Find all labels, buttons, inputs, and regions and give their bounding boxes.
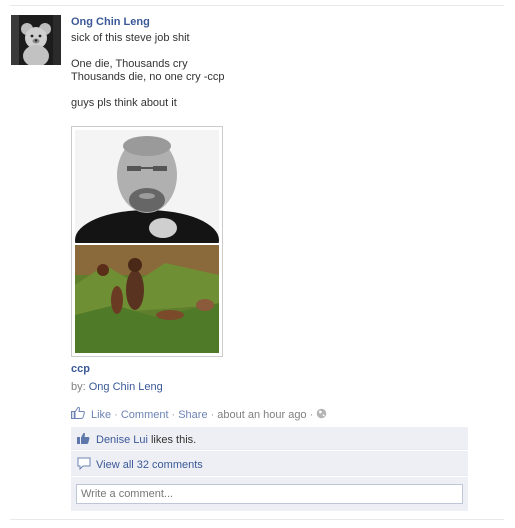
message-line: sick of this steve job shit	[71, 32, 190, 44]
message-line: Thousands die, no one cry -ccp	[71, 71, 225, 83]
message-line	[71, 84, 471, 97]
photo-collage	[75, 130, 219, 353]
like-link[interactable]: Like	[91, 409, 111, 421]
profile-avatar[interactable]	[11, 15, 61, 65]
attachment-title-link[interactable]: ccp	[71, 363, 90, 375]
bottom-divider	[10, 519, 504, 520]
globe-icon[interactable]	[316, 408, 327, 422]
view-all-comments-link[interactable]: View all 32 comments	[96, 459, 203, 471]
byline-prefix: by:	[71, 381, 86, 393]
attachment-byline: by: Ong Chin Leng	[71, 381, 163, 393]
likes-suffix-text: likes this.	[150, 434, 197, 446]
likes-row: Denise Lui likes this.	[71, 427, 468, 450]
post-author-name[interactable]: Ong Chin Leng	[71, 15, 471, 29]
portrait-photo	[75, 130, 219, 243]
separator-dot: ·	[210, 408, 215, 421]
separator-dot: ·	[171, 408, 176, 421]
separator-dot: ·	[309, 408, 314, 421]
byline-author-link[interactable]: Ong Chin Leng	[89, 381, 163, 393]
share-link[interactable]: Share	[178, 409, 207, 421]
message-line	[71, 45, 471, 58]
timestamp[interactable]: about an hour ago	[217, 409, 306, 421]
post-action-bar: Like · Comment · Share · about an hour a…	[71, 406, 327, 423]
view-comments-row: View all 32 comments	[71, 451, 468, 476]
message-line: guys pls think about it	[71, 97, 177, 109]
attached-photo[interactable]	[71, 126, 223, 357]
comment-composer-row: Write a comment...	[71, 477, 468, 511]
thumbs-up-icon	[77, 432, 91, 448]
liker-name-link[interactable]: Denise Lui	[96, 434, 148, 446]
post-message: sick of this steve job shit One die, Tho…	[71, 32, 471, 110]
teddy-bear-avatar-image	[11, 15, 61, 65]
separator-dot: ·	[114, 408, 118, 421]
like-action-icon[interactable]	[71, 406, 87, 423]
field-photo	[75, 245, 219, 353]
message-line: One die, Thousands cry	[71, 58, 188, 70]
post-content: Ong Chin Leng sick of this steve job shi…	[71, 15, 471, 110]
comment-link[interactable]: Comment	[121, 409, 169, 421]
comment-input[interactable]: Write a comment...	[76, 484, 463, 504]
comment-bubble-icon	[77, 457, 91, 473]
top-divider	[10, 5, 504, 6]
